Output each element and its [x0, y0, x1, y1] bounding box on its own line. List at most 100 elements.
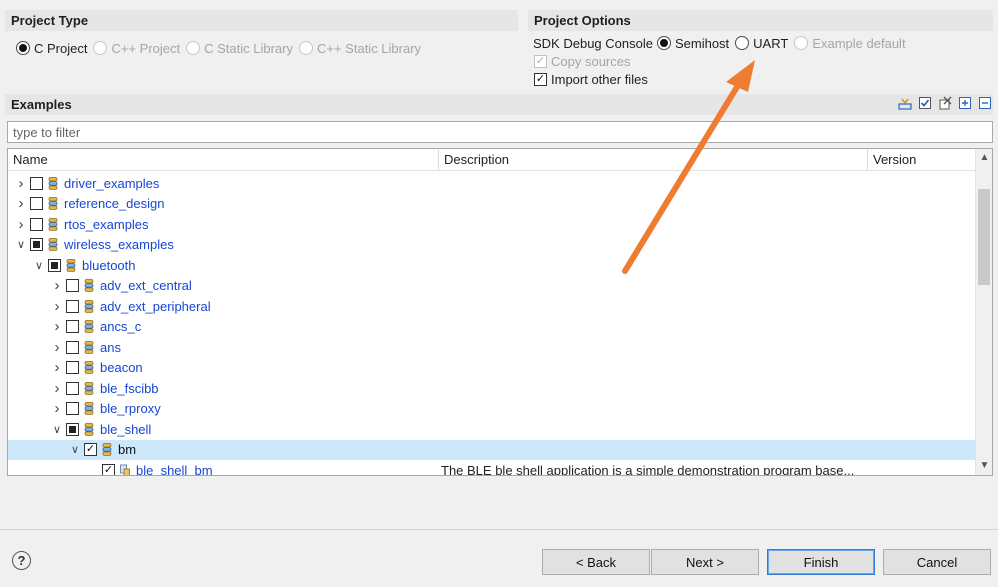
database-icon — [48, 176, 58, 190]
row-label[interactable]: bluetooth — [82, 258, 136, 273]
row-checkbox[interactable] — [66, 299, 79, 313]
row-checkbox[interactable] — [66, 340, 79, 354]
tree-row[interactable]: › beacon — [8, 358, 976, 379]
scroll-down-icon[interactable]: ▼ — [976, 457, 992, 475]
row-checkbox[interactable] — [66, 402, 79, 416]
project-file-icon — [120, 464, 130, 475]
row-checkbox[interactable] — [66, 279, 79, 293]
back-button[interactable]: < Back — [542, 549, 650, 575]
chevron-right-icon[interactable]: › — [48, 298, 66, 315]
chevron-down-icon[interactable]: ∨ — [12, 238, 30, 251]
row-checkbox[interactable] — [66, 361, 79, 375]
copy-sources-checkbox[interactable] — [534, 54, 547, 68]
tree-row[interactable]: › ans — [8, 337, 976, 358]
row-label[interactable]: driver_examples — [64, 176, 159, 191]
chevron-right-icon[interactable]: › — [48, 277, 66, 294]
database-icon — [84, 402, 94, 415]
row-label[interactable]: bm — [118, 442, 136, 457]
tree-row[interactable]: ∨ wireless_examples — [8, 235, 976, 256]
tree-row[interactable]: › ble_fscibb — [8, 378, 976, 399]
chevron-right-icon[interactable]: › — [12, 195, 30, 212]
select-all-icon[interactable] — [918, 96, 932, 110]
column-header-description[interactable]: Description — [439, 149, 867, 171]
radio-example-default[interactable] — [794, 36, 809, 50]
tree-row[interactable]: › reference_design — [8, 194, 976, 215]
row-checkbox[interactable] — [30, 197, 43, 211]
help-icon[interactable]: ? — [12, 551, 31, 570]
row-checkbox[interactable] — [30, 238, 43, 252]
row-label[interactable]: wireless_examples — [64, 237, 174, 252]
scroll-up-icon[interactable]: ▲ — [976, 149, 992, 167]
chevron-down-icon[interactable]: ∨ — [48, 423, 66, 436]
row-label[interactable]: reference_design — [64, 196, 164, 211]
copy-sources-label: Copy sources — [551, 53, 631, 69]
tree-row[interactable]: › rtos_examples — [8, 214, 976, 235]
annotation-arrow-head — [726, 60, 755, 92]
deselect-all-icon[interactable] — [938, 96, 952, 110]
chevron-down-icon[interactable]: ∨ — [30, 259, 48, 272]
radio-cpp-project[interactable] — [93, 41, 108, 55]
finish-button[interactable]: Finish — [767, 549, 875, 575]
row-checkbox[interactable] — [30, 217, 43, 231]
button-bar-divider — [0, 529, 998, 530]
tree-row[interactable]: › driver_examples — [8, 173, 976, 194]
next-button[interactable]: Next > — [651, 549, 759, 575]
radio-cpp-static-library[interactable] — [299, 41, 313, 55]
tree-row[interactable]: › ble_rproxy — [8, 399, 976, 420]
row-label[interactable]: adv_ext_peripheral — [100, 299, 211, 314]
import-other-files-checkbox[interactable] — [534, 72, 547, 86]
chevron-right-icon[interactable]: › — [48, 359, 66, 376]
database-icon — [84, 422, 94, 436]
row-label[interactable]: beacon — [100, 360, 143, 375]
import-icon[interactable] — [898, 96, 912, 110]
tree-row[interactable]: ∨ ble_shell — [8, 419, 976, 440]
row-checkbox[interactable] — [102, 463, 115, 475]
chevron-right-icon[interactable]: › — [48, 318, 66, 335]
radio-c-project-label: C Project — [34, 40, 88, 56]
examples-tree: Name Description Version › driver_example… — [7, 148, 993, 476]
radio-uart[interactable] — [735, 36, 750, 50]
row-label[interactable]: ans — [100, 340, 121, 355]
chevron-right-icon[interactable]: › — [48, 400, 66, 417]
chevron-down-icon[interactable]: ∨ — [66, 443, 84, 456]
row-description: The BLE ble shell application is a simpl… — [441, 462, 855, 476]
tree-row[interactable]: ble_shell_bm The BLE ble shell applicatio… — [8, 460, 976, 476]
row-label[interactable]: ancs_c — [100, 319, 141, 334]
row-label[interactable]: rtos_examples — [64, 217, 149, 232]
database-icon — [84, 361, 94, 374]
chevron-right-icon[interactable]: › — [12, 175, 30, 192]
row-checkbox[interactable] — [30, 176, 43, 190]
row-label[interactable]: ble_rproxy — [100, 401, 161, 416]
column-header-version[interactable]: Version — [868, 149, 976, 171]
scroll-thumb[interactable] — [978, 189, 990, 285]
tree-row[interactable]: ∨ bluetooth — [8, 255, 976, 276]
project-type-header: Project Type — [5, 10, 518, 31]
row-checkbox[interactable] — [66, 422, 79, 436]
row-checkbox[interactable] — [84, 443, 97, 457]
radio-c-project[interactable] — [16, 41, 30, 55]
row-checkbox[interactable] — [48, 258, 61, 272]
radio-semihost[interactable] — [656, 36, 671, 50]
chevron-right-icon[interactable]: › — [48, 380, 66, 397]
row-label[interactable]: adv_ext_central — [100, 278, 192, 293]
chevron-right-icon[interactable]: › — [12, 216, 30, 233]
filter-input[interactable] — [13, 124, 987, 140]
tree-row[interactable]: › ancs_c — [8, 317, 976, 338]
collapse-all-icon[interactable] — [978, 96, 992, 110]
radio-semihost-label: Semihost — [674, 35, 730, 51]
cancel-button[interactable]: Cancel — [883, 549, 991, 575]
tree-row[interactable]: › adv_ext_central — [8, 276, 976, 297]
sdk-debug-console-label: SDK Debug Console — [533, 35, 653, 51]
row-checkbox[interactable] — [66, 381, 79, 395]
vertical-scrollbar[interactable]: ▲ ▼ — [975, 149, 992, 475]
expand-all-icon[interactable] — [958, 96, 972, 110]
tree-row[interactable]: › adv_ext_peripheral — [8, 296, 976, 317]
chevron-right-icon[interactable]: › — [48, 339, 66, 356]
tree-row[interactable]: ∨ bm — [8, 439, 976, 460]
row-label[interactable]: ble_fscibb — [100, 381, 159, 396]
radio-c-static-library[interactable] — [186, 41, 201, 55]
column-header-name[interactable]: Name — [8, 149, 438, 171]
row-label[interactable]: ble_shell — [100, 422, 151, 437]
row-label[interactable]: ble_shell_bm — [136, 463, 213, 475]
row-checkbox[interactable] — [66, 320, 79, 334]
